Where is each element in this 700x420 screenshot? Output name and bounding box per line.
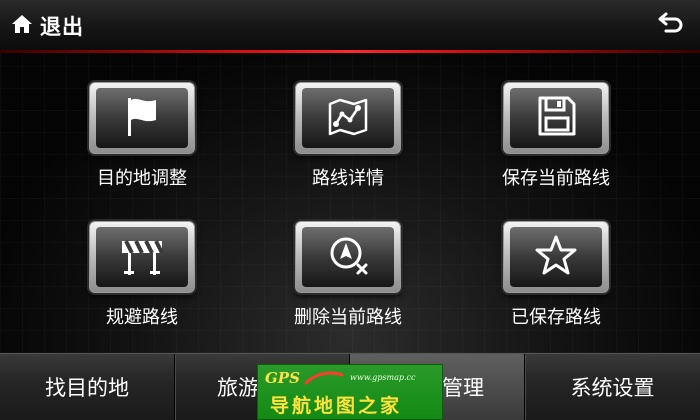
watermark-brand: GPS (265, 369, 300, 387)
tile-label: 路线详情 (312, 168, 384, 189)
tab-label: 系统设置 (570, 376, 655, 400)
tab-find-destination[interactable]: 找目的地 (0, 354, 175, 420)
star-icon (532, 231, 580, 283)
tile-button-frame[interactable] (295, 82, 401, 154)
exit-button[interactable]: 退出 (10, 8, 84, 44)
tile-label: 删除当前路线 (294, 307, 402, 328)
watermark-url: www.gpsmap.cc (350, 373, 416, 382)
tile-button-frame[interactable] (503, 221, 609, 293)
watermark-title: 导航地图之家 (270, 395, 403, 417)
tile-delete-current-route[interactable]: 删除当前路线 (263, 221, 433, 341)
tab-label: 管理 (442, 376, 484, 400)
tile-save-current-route[interactable]: 保存当前路线 (471, 82, 641, 202)
back-button[interactable] (656, 10, 686, 40)
tile-button-frame[interactable] (89, 221, 195, 293)
tile-saved-routes[interactable]: 已保存路线 (471, 221, 641, 341)
tile-button-frame[interactable] (295, 221, 401, 293)
tile-adjust-destination[interactable]: 目的地调整 (57, 82, 227, 202)
watermark-logo: GPS www.gpsmap.cc 导航地图之家 (257, 364, 443, 420)
tile-button-frame[interactable] (89, 82, 195, 154)
exit-label: 退出 (40, 15, 84, 39)
tab-label: 找目的地 (45, 376, 129, 400)
floppy-disk-icon (532, 92, 580, 144)
roadblock-icon (118, 231, 166, 283)
tile-label: 已保存路线 (511, 307, 601, 328)
home-icon (10, 12, 34, 40)
tile-label: 目的地调整 (97, 168, 187, 189)
tile-label: 规避路线 (106, 307, 178, 328)
back-arrow-icon (656, 12, 686, 44)
delete-route-icon (324, 231, 372, 283)
tile-button-frame[interactable] (503, 82, 609, 154)
tile-label: 保存当前路线 (502, 168, 610, 189)
route-menu: 目的地调整 路线详情 保存当前路线 规避路线 删除当前路线 已保存路线 (0, 53, 700, 353)
tab-system-settings[interactable]: 系统设置 (525, 354, 700, 420)
swoosh-icon (304, 371, 344, 385)
tile-avoid-route[interactable]: 规避路线 (57, 221, 227, 341)
tile-route-details[interactable]: 路线详情 (263, 82, 433, 202)
flag-icon (118, 92, 166, 144)
tab-label: 旅游 (217, 376, 259, 400)
route-map-icon (324, 92, 372, 144)
top-bar: 退出 (0, 0, 700, 52)
